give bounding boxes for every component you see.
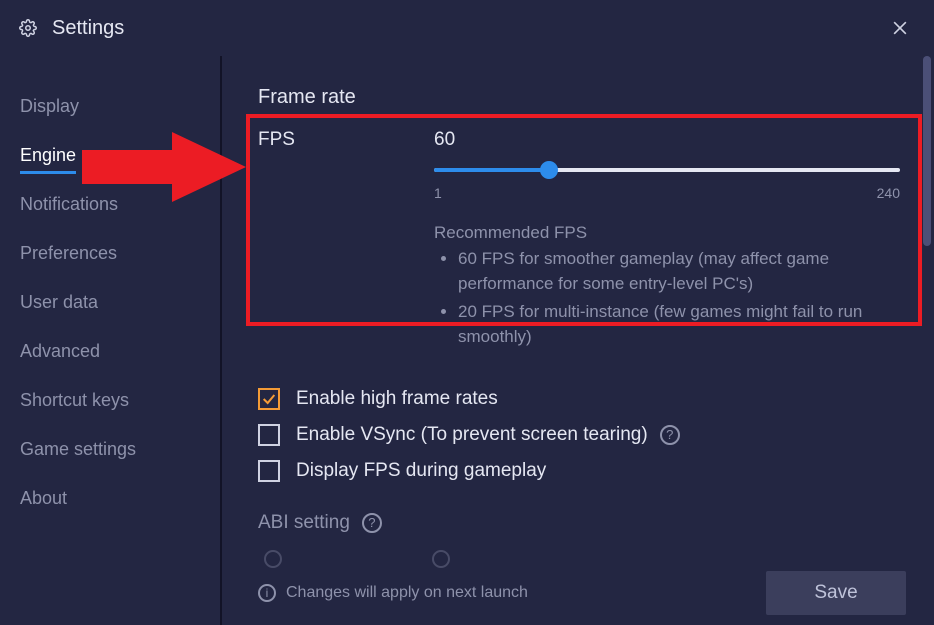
- save-button[interactable]: Save: [766, 571, 906, 615]
- window-title: Settings: [52, 17, 124, 40]
- sidebar-item-notifications[interactable]: Notifications: [0, 180, 220, 229]
- checkbox-icon: [258, 424, 280, 446]
- fps-max: 240: [877, 185, 900, 201]
- fps-recommend-title: Recommended FPS: [434, 223, 900, 243]
- footer: i Changes will apply on next launch Save: [222, 561, 934, 625]
- sidebar: Display Engine Notifications Preferences…: [0, 56, 222, 625]
- sidebar-item-shortcut-keys[interactable]: Shortcut keys: [0, 376, 220, 425]
- checkbox-label: Enable VSync (To prevent screen tearing): [296, 424, 648, 446]
- scrollbar-thumb[interactable]: [923, 56, 931, 246]
- fps-min: 1: [434, 185, 442, 201]
- fps-label: FPS: [258, 129, 434, 151]
- sidebar-item-user-data[interactable]: User data: [0, 278, 220, 327]
- fps-slider[interactable]: [434, 161, 900, 179]
- apply-notice: i Changes will apply on next launch: [258, 584, 528, 602]
- fps-recommendation: Recommended FPS 60 FPS for smoother game…: [434, 223, 900, 350]
- notice-text: Changes will apply on next launch: [286, 584, 528, 602]
- close-icon: [890, 18, 910, 38]
- fps-row: FPS 60 1 240 Recommended FPS 60 FPS for …: [258, 129, 914, 354]
- checkbox-high-frame-rates[interactable]: Enable high frame rates: [258, 388, 914, 410]
- checkbox-display-fps[interactable]: Display FPS during gameplay: [258, 460, 914, 482]
- close-button[interactable]: [884, 12, 916, 44]
- sidebar-item-game-settings[interactable]: Game settings: [0, 425, 220, 474]
- checkbox-label: Display FPS during gameplay: [296, 460, 546, 482]
- sidebar-item-advanced[interactable]: Advanced: [0, 327, 220, 376]
- gear-icon: [18, 18, 38, 38]
- settings-content: Frame rate FPS 60 1 240 Recommended FPS …: [222, 56, 934, 625]
- sidebar-item-engine[interactable]: Engine: [0, 131, 220, 180]
- fps-recommend-item: 20 FPS for multi-instance (few games mig…: [458, 300, 900, 349]
- section-frame-rate-title: Frame rate: [258, 86, 914, 109]
- checkbox-vsync[interactable]: Enable VSync (To prevent screen tearing)…: [258, 424, 914, 446]
- help-icon[interactable]: ?: [660, 425, 680, 445]
- checkbox-icon: [258, 460, 280, 482]
- fps-slider-thumb[interactable]: [540, 161, 558, 179]
- checkbox-label: Enable high frame rates: [296, 388, 498, 410]
- abi-setting-row: ABI setting ?: [258, 512, 914, 534]
- sidebar-item-about[interactable]: About: [0, 474, 220, 523]
- fps-recommend-item: 60 FPS for smoother gameplay (may affect…: [458, 247, 900, 296]
- sidebar-item-preferences[interactable]: Preferences: [0, 229, 220, 278]
- title-bar: Settings: [0, 0, 934, 56]
- sidebar-item-display[interactable]: Display: [0, 82, 220, 131]
- info-icon: i: [258, 584, 276, 602]
- help-icon[interactable]: ?: [362, 513, 382, 533]
- abi-label: ABI setting: [258, 512, 350, 534]
- checkbox-icon: [258, 388, 280, 410]
- fps-value: 60: [434, 129, 900, 151]
